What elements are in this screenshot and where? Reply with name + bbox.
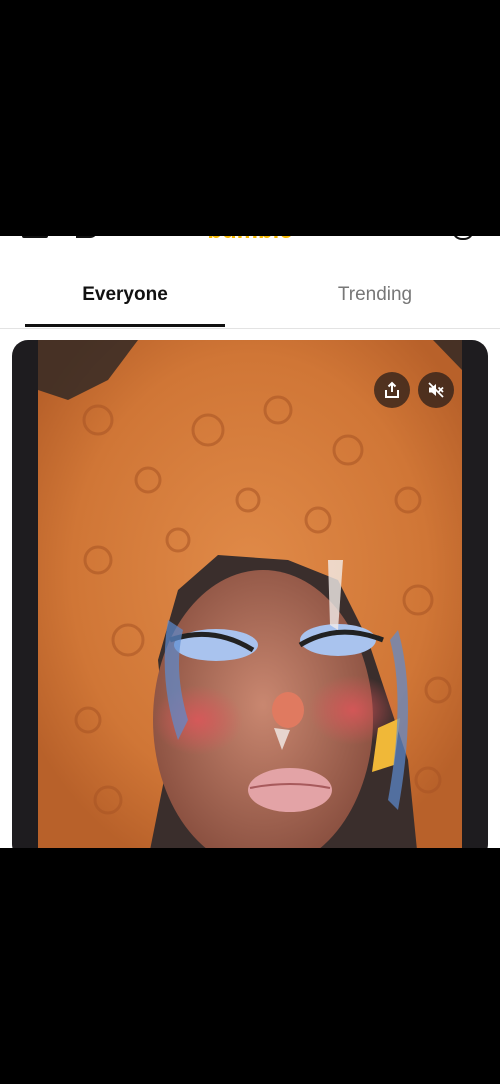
active-tab-indicator — [25, 324, 225, 327]
top-letterbox — [0, 0, 500, 236]
tab-trending[interactable]: Trending — [275, 274, 475, 324]
mute-button[interactable] — [418, 372, 454, 408]
share-button[interactable] — [374, 372, 410, 408]
video-frame — [38, 340, 462, 848]
tab-everyone[interactable]: Everyone — [25, 274, 225, 324]
feed-tabs: Everyone Trending — [0, 274, 500, 329]
muted-speaker-icon — [428, 382, 444, 398]
profile-icon[interactable] — [76, 236, 98, 238]
menu-icon[interactable] — [22, 236, 48, 238]
notification-icon[interactable] — [452, 236, 474, 240]
app-screen: bumble Everyone Trending — [0, 236, 500, 848]
share-icon — [385, 381, 399, 398]
video-card[interactable] — [12, 340, 488, 848]
brand-logo: bumble — [190, 236, 310, 240]
bottom-letterbox — [0, 848, 500, 1084]
